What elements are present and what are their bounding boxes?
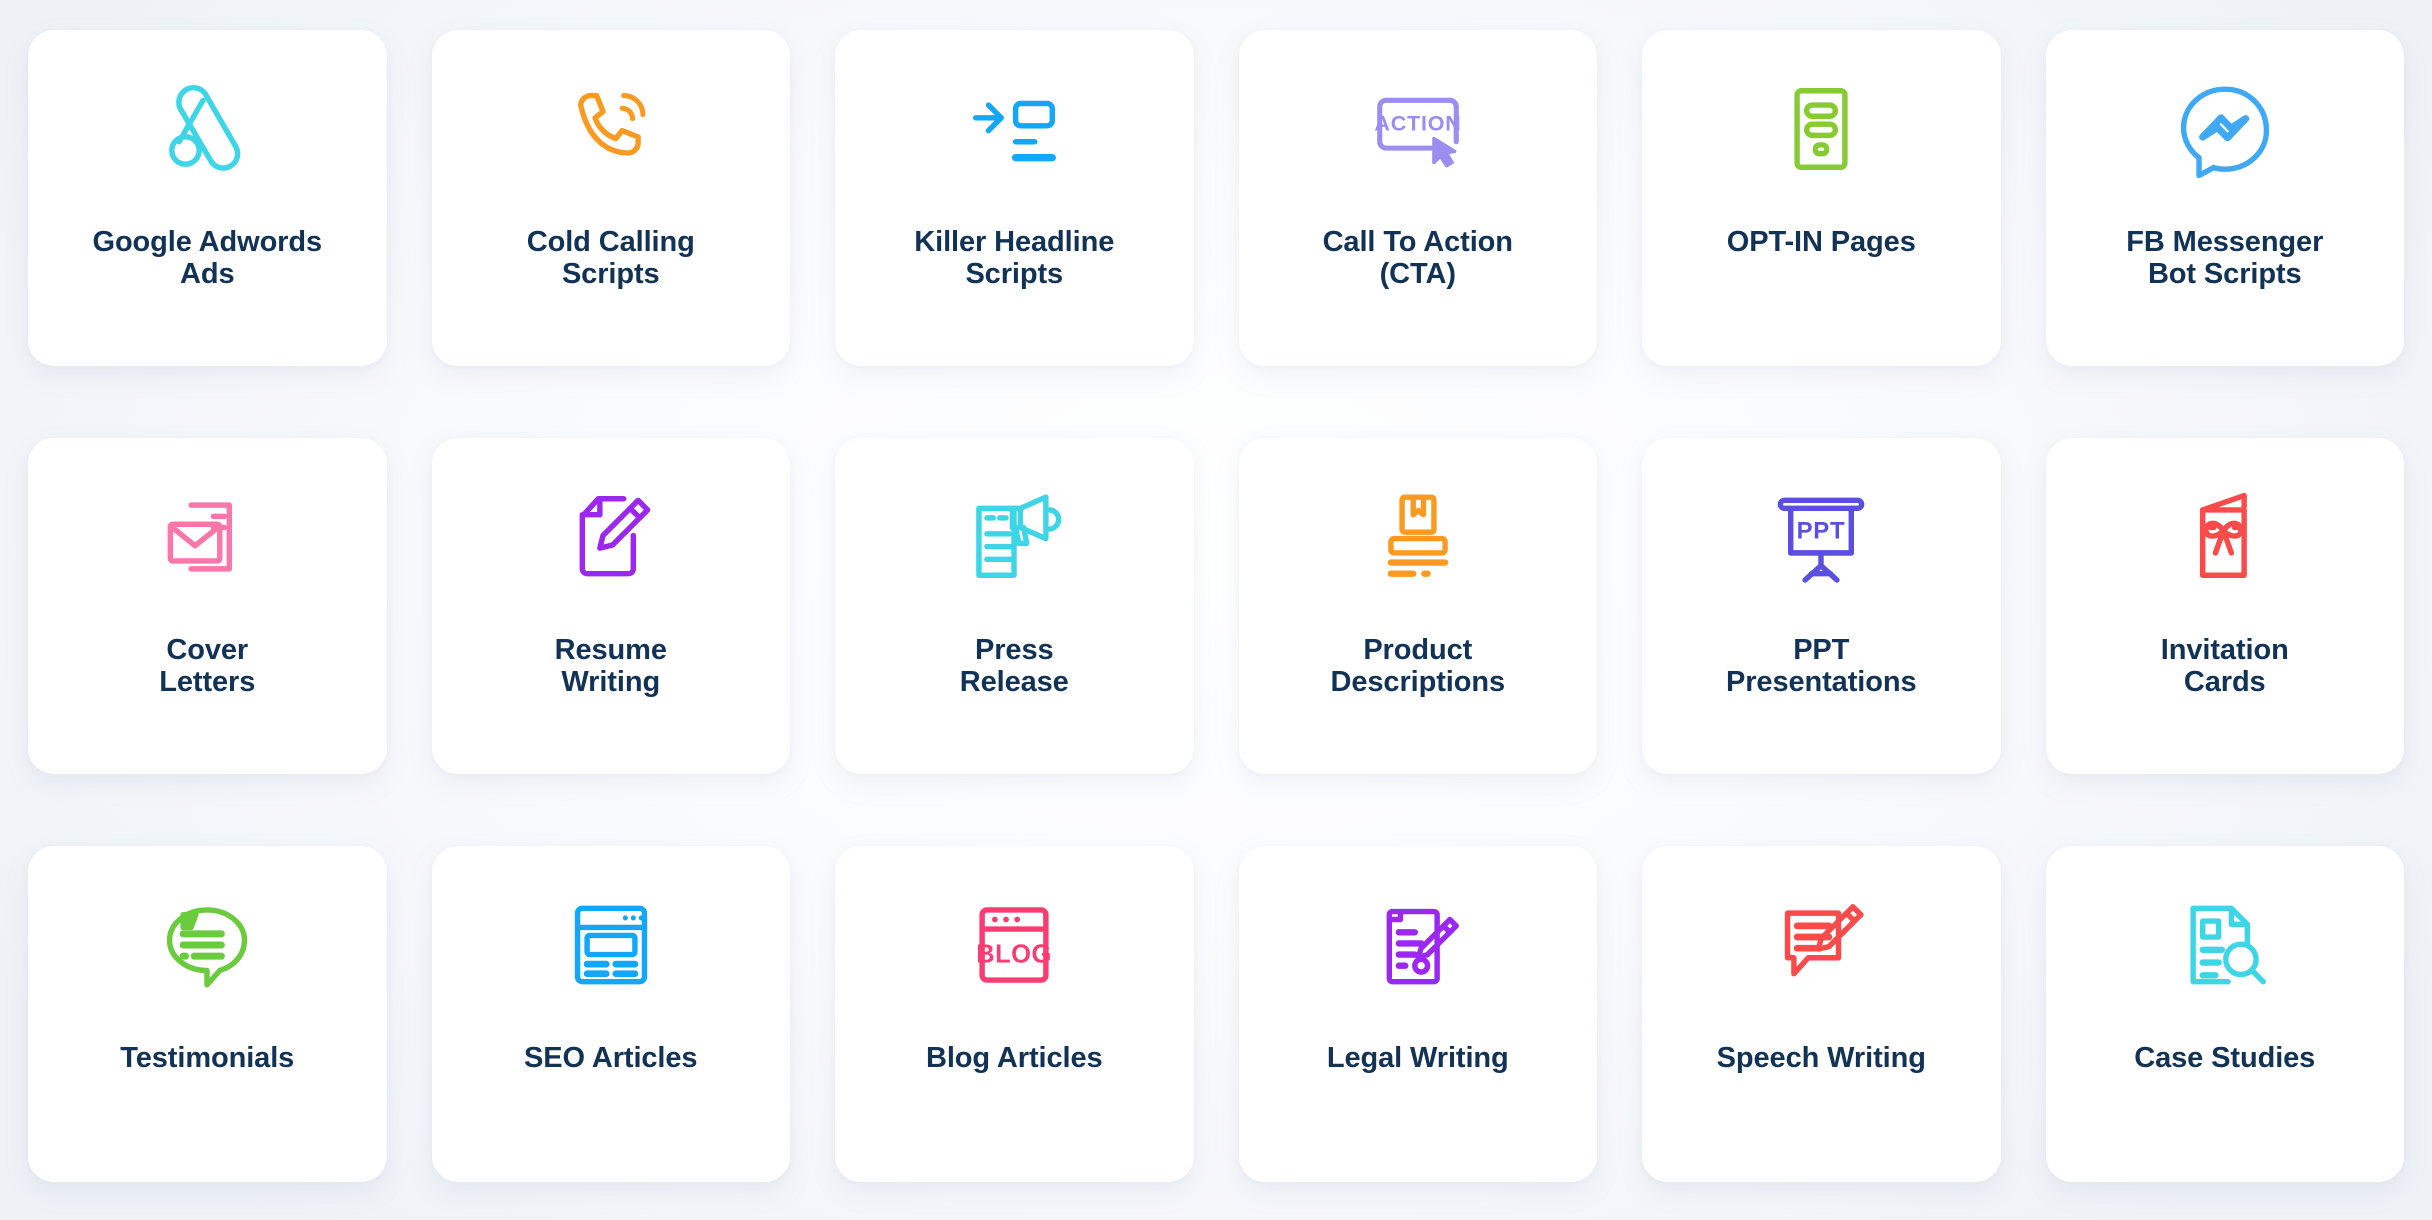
svg-text:PPT: PPT <box>1797 518 1846 545</box>
quote-bubble-icon <box>156 894 258 996</box>
service-card-label: FB Messenger Bot Scripts <box>2126 226 2324 291</box>
svg-text:ACTION: ACTION <box>1374 112 1461 136</box>
case-study-search-icon <box>2174 894 2276 996</box>
service-card[interactable]: BLOG Blog Articles <box>835 846 1194 1182</box>
legal-document-pen-icon <box>1367 894 1469 996</box>
service-card-label: Cold Calling Scripts <box>526 226 695 291</box>
service-card[interactable]: PPT PPT Presentations <box>1642 438 2001 774</box>
service-card[interactable]: OPT-IN Pages <box>1642 30 2001 366</box>
service-card[interactable]: Cover Letters <box>28 438 387 774</box>
service-card-label: SEO Articles <box>524 1042 698 1074</box>
document-pen-icon <box>560 486 662 588</box>
service-card[interactable]: Press Release <box>835 438 1194 774</box>
service-card-label: Speech Writing <box>1716 1042 1926 1074</box>
speech-edit-icon <box>1770 894 1872 996</box>
service-card[interactable]: Invitation Cards <box>2045 438 2404 774</box>
service-card-label: Killer Headline Scripts <box>914 226 1115 291</box>
google-adwords-icon <box>156 78 258 180</box>
svg-text:BLOG: BLOG <box>976 941 1052 969</box>
service-card-label: Case Studies <box>2134 1042 2316 1074</box>
services-grid-page: Google Adwords Ads Cold Calling Scripts Ki… <box>0 0 2432 1220</box>
service-card[interactable]: Product Descriptions <box>1238 438 1597 774</box>
invitation-card-icon <box>2174 486 2276 588</box>
service-card[interactable]: Google Adwords Ads <box>28 30 387 366</box>
service-card-grid: Google Adwords Ads Cold Calling Scripts Ki… <box>28 30 2404 1185</box>
megaphone-document-icon <box>963 486 1065 588</box>
service-card-label: Product Descriptions <box>1330 634 1506 699</box>
service-card-label: Invitation Cards <box>2160 634 2289 699</box>
call-to-action-icon: ACTION <box>1367 78 1469 180</box>
service-card-label: Blog Articles <box>926 1042 1103 1074</box>
fb-messenger-icon <box>2174 78 2276 180</box>
blog-window-icon: BLOG <box>963 894 1065 996</box>
headline-arrow-icon <box>963 78 1065 180</box>
optin-page-icon <box>1770 78 1872 180</box>
service-card[interactable]: Speech Writing <box>1642 846 2001 1182</box>
ppt-board-icon: PPT <box>1770 486 1872 588</box>
service-card-label: Testimonials <box>120 1042 295 1074</box>
service-card[interactable]: Cold Calling Scripts <box>431 30 790 366</box>
service-card[interactable]: Legal Writing <box>1238 846 1597 1182</box>
service-card[interactable]: ACTION Call To Action (CTA) <box>1238 30 1597 366</box>
service-card-label: OPT-IN Pages <box>1726 226 1916 258</box>
service-card-label: Legal Writing <box>1326 1042 1509 1074</box>
service-card-label: Call To Action (CTA) <box>1322 226 1513 291</box>
service-card-label: Google Adwords Ads <box>92 226 323 291</box>
service-card[interactable]: Killer Headline Scripts <box>835 30 1194 366</box>
service-card[interactable]: SEO Articles <box>431 846 790 1182</box>
service-card-label: Resume Writing <box>554 634 667 699</box>
service-card-label: Cover Letters <box>159 634 256 699</box>
service-card[interactable]: Resume Writing <box>431 438 790 774</box>
browser-layout-icon <box>560 894 662 996</box>
envelope-letter-icon <box>156 486 258 588</box>
service-card[interactable]: Case Studies <box>2045 846 2404 1182</box>
product-bookmark-icon <box>1367 486 1469 588</box>
service-card[interactable]: Testimonials <box>28 846 387 1182</box>
service-card[interactable]: FB Messenger Bot Scripts <box>2045 30 2404 366</box>
service-card-label: PPT Presentations <box>1726 634 1917 699</box>
phone-ringing-icon <box>560 78 662 180</box>
service-card-label: Press Release <box>959 634 1069 699</box>
